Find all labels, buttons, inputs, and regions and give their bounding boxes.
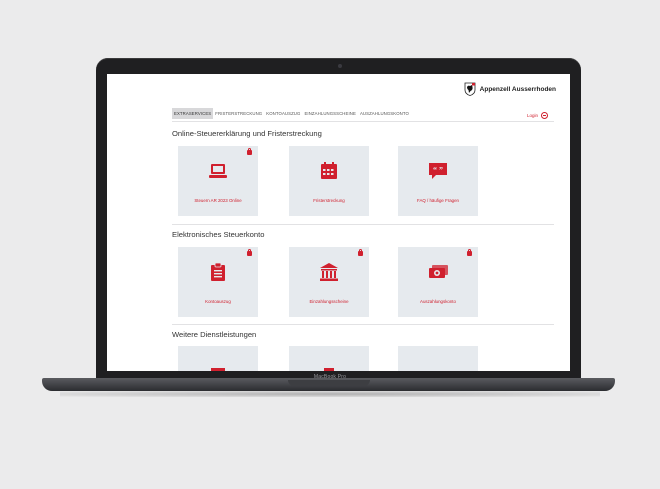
laptop-model-label: MacBook Pro — [313, 374, 347, 380]
browser-screen: Appenzell Ausserrhoden EXTRASERVICES FRI… — [107, 74, 570, 371]
calendar-icon — [318, 160, 340, 182]
tile-partial[interactable] — [289, 346, 369, 371]
nav-item-einzahlungsscheine[interactable]: EINZAHLUNGSSCHEINE — [302, 108, 357, 119]
section-divider — [172, 224, 554, 225]
laptop-hinge-notch — [288, 380, 370, 386]
tile-kontoauszug[interactable]: Kontoauszug — [178, 247, 258, 317]
bank-icon — [318, 261, 340, 283]
tile-steuern-online[interactable]: Steuern AR 2023 Online — [178, 146, 258, 216]
bear-crest-icon — [464, 82, 476, 96]
svg-text:“ ”: “ ” — [433, 166, 443, 175]
login-button[interactable]: Login — [527, 112, 548, 119]
laptop-icon — [207, 160, 229, 182]
tile-partial[interactable] — [178, 346, 258, 371]
clipboard-icon — [207, 261, 229, 283]
top-nav: EXTRASERVICES FRISTERSTRECKUNG KONTOAUSZ… — [172, 108, 411, 119]
brand-name: Appenzell Ausserrhoden — [479, 85, 556, 93]
section-title: Elektronisches Steuerkonto — [172, 230, 265, 239]
tile-label: FAQ / häufige Fragen — [417, 198, 459, 203]
nav-divider — [172, 121, 554, 122]
camera-icon — [338, 64, 342, 68]
section-title: Online-Steuererklärung und Fristerstreck… — [172, 129, 322, 138]
brand-logo[interactable]: Appenzell Ausserrhoden — [464, 82, 556, 96]
service-icon — [318, 364, 340, 371]
tile-partial[interactable] — [398, 346, 478, 371]
tile-fristerstreckung[interactable]: Fristerstreckung — [289, 146, 369, 216]
nav-item-auszahlungskonto[interactable]: AUSZAHLUNGSKONTO — [358, 108, 411, 119]
service-icon — [207, 364, 229, 371]
tile-auszahlungskonto[interactable]: Auszahlungskonto — [398, 247, 478, 317]
tile-label: Einzahlungsscheine — [309, 299, 349, 304]
laptop-shadow — [60, 391, 600, 397]
lock-icon — [467, 249, 472, 256]
nav-item-kontoauszug[interactable]: KONTOAUSZUG — [264, 108, 302, 119]
tile-label: Auszahlungskonto — [420, 299, 456, 304]
nav-item-extraservices[interactable]: EXTRASERVICES — [172, 108, 214, 119]
lock-icon — [247, 249, 252, 256]
login-label: Login — [526, 113, 538, 118]
tile-label: Steuern AR 2023 Online — [194, 198, 242, 203]
tile-faq[interactable]: “ ” FAQ / häufige Fragen — [398, 146, 478, 216]
tile-label: Fristerstreckung — [313, 198, 345, 203]
tile-label: Kontoauszug — [205, 299, 231, 304]
section-divider — [172, 324, 554, 325]
lock-icon — [247, 148, 252, 155]
lock-icon — [358, 249, 363, 256]
login-icon — [541, 112, 548, 119]
nav-item-fristerstreckung[interactable]: FRISTERSTRECKUNG — [213, 108, 264, 119]
quote-bubble-icon: “ ” — [427, 160, 449, 182]
section-title: Weitere Dienstleistungen — [172, 330, 257, 339]
money-icon — [427, 261, 449, 283]
tile-einzahlungsscheine[interactable]: Einzahlungsscheine — [289, 247, 369, 317]
